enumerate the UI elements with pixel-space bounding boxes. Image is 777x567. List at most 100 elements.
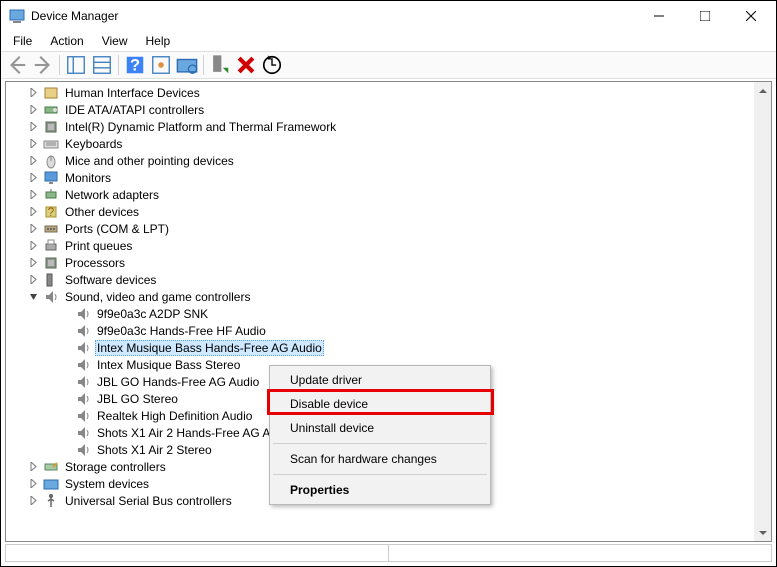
vertical-scrollbar[interactable]	[754, 82, 771, 541]
device-category-icon	[43, 221, 59, 237]
status-pane	[6, 545, 389, 561]
chevron-right-icon[interactable]	[26, 238, 41, 253]
tree-category[interactable]: IDE ATA/ATAPI controllers	[6, 101, 754, 118]
cm-scan-hardware[interactable]: Scan for hardware changes	[272, 447, 488, 471]
status-bar	[5, 544, 772, 562]
update-button[interactable]	[260, 53, 284, 77]
device-category-icon: ?	[43, 204, 59, 220]
minimize-button[interactable]	[636, 1, 682, 31]
context-menu-separator	[273, 443, 487, 444]
tree-label: Processors	[63, 256, 127, 270]
device-category-icon	[43, 255, 59, 271]
svg-text:?: ?	[130, 57, 140, 75]
menu-file[interactable]: File	[5, 32, 40, 50]
device-category-icon	[43, 187, 59, 203]
toolbar-separator	[118, 55, 119, 75]
speaker-icon	[75, 408, 91, 424]
chevron-right-icon[interactable]	[26, 153, 41, 168]
device-category-icon	[43, 102, 59, 118]
tree-label: 9f9e0a3c Hands-Free HF Audio	[95, 324, 268, 338]
toolbar-separator	[59, 55, 60, 75]
chevron-right-icon[interactable]	[26, 476, 41, 491]
uninstall-button[interactable]	[234, 53, 258, 77]
device-category-icon	[43, 493, 59, 509]
twisty-none	[58, 442, 73, 457]
properties-button[interactable]	[90, 53, 114, 77]
tree-label: Realtek High Definition Audio	[95, 409, 254, 423]
svg-text:?: ?	[48, 205, 55, 219]
cm-properties[interactable]: Properties	[272, 478, 488, 502]
chevron-right-icon[interactable]	[26, 85, 41, 100]
device-category-icon	[43, 170, 59, 186]
help-button[interactable]: ?	[123, 53, 147, 77]
forward-button[interactable]	[31, 53, 55, 77]
chevron-right-icon[interactable]	[26, 272, 41, 287]
tree-category[interactable]: Ports (COM & LPT)	[6, 220, 754, 237]
tree-category[interactable]: Keyboards	[6, 135, 754, 152]
chevron-right-icon[interactable]	[26, 459, 41, 474]
chevron-right-icon[interactable]	[26, 255, 41, 270]
chevron-right-icon[interactable]	[26, 493, 41, 508]
tree-label: System devices	[63, 477, 151, 491]
chevron-right-icon[interactable]	[26, 136, 41, 151]
context-menu: Update driver Disable device Uninstall d…	[269, 365, 491, 505]
window-title: Device Manager	[31, 9, 636, 23]
app-icon	[9, 8, 25, 24]
chevron-right-icon[interactable]	[26, 102, 41, 117]
twisty-none	[58, 425, 73, 440]
chevron-down-icon[interactable]	[26, 289, 41, 304]
menu-action[interactable]: Action	[42, 32, 91, 50]
tree-category[interactable]: Human Interface Devices	[6, 84, 754, 101]
device-category-icon	[43, 272, 59, 288]
cm-update-driver[interactable]: Update driver	[272, 368, 488, 392]
menu-help[interactable]: Help	[138, 32, 179, 50]
enable-button[interactable]	[208, 53, 232, 77]
twisty-none	[58, 391, 73, 406]
tree-category[interactable]: Mice and other pointing devices	[6, 152, 754, 169]
tree-category[interactable]: ?Other devices	[6, 203, 754, 220]
tree-category[interactable]: Network adapters	[6, 186, 754, 203]
tree-label: Intel(R) Dynamic Platform and Thermal Fr…	[63, 120, 338, 134]
speaker-icon	[75, 340, 91, 356]
title-bar: Device Manager	[1, 1, 776, 31]
close-button[interactable]	[728, 1, 774, 31]
show-hide-tree-button[interactable]	[64, 53, 88, 77]
tree-label: JBL GO Hands-Free AG Audio	[95, 375, 261, 389]
tree-device[interactable]: 9f9e0a3c Hands-Free HF Audio	[6, 322, 754, 339]
tree-label: Mice and other pointing devices	[63, 154, 236, 168]
scroll-down-icon[interactable]	[754, 524, 771, 541]
tree-label: Storage controllers	[63, 460, 168, 474]
menu-bar: File Action View Help	[1, 31, 776, 51]
twisty-none	[58, 340, 73, 355]
chevron-right-icon[interactable]	[26, 204, 41, 219]
scroll-up-icon[interactable]	[754, 82, 771, 99]
cm-uninstall-device[interactable]: Uninstall device	[272, 416, 488, 440]
tree-device[interactable]: 9f9e0a3c A2DP SNK	[6, 305, 754, 322]
tree-label: 9f9e0a3c A2DP SNK	[95, 307, 210, 321]
chevron-right-icon[interactable]	[26, 221, 41, 236]
action-button[interactable]	[149, 53, 173, 77]
chevron-right-icon[interactable]	[26, 187, 41, 202]
tree-label: Monitors	[63, 171, 113, 185]
tree-device[interactable]: Intex Musique Bass Hands-Free AG Audio	[6, 339, 754, 356]
tree-category[interactable]: Monitors	[6, 169, 754, 186]
menu-view[interactable]: View	[94, 32, 136, 50]
tree-category[interactable]: Processors	[6, 254, 754, 271]
tree-category[interactable]: Print queues	[6, 237, 754, 254]
tree-label: Intex Musique Bass Hands-Free AG Audio	[95, 340, 324, 356]
context-menu-separator	[273, 474, 487, 475]
tree-label: Human Interface Devices	[63, 86, 202, 100]
back-button[interactable]	[5, 53, 29, 77]
toolbar: ?	[1, 51, 776, 79]
tree-category[interactable]: Intel(R) Dynamic Platform and Thermal Fr…	[6, 118, 754, 135]
maximize-button[interactable]	[682, 1, 728, 31]
tree-category[interactable]: Sound, video and game controllers	[6, 288, 754, 305]
tree-label: Software devices	[63, 273, 158, 287]
chevron-right-icon[interactable]	[26, 119, 41, 134]
cm-disable-device[interactable]: Disable device	[272, 392, 488, 416]
scan-button[interactable]	[175, 53, 199, 77]
tree-category[interactable]: Software devices	[6, 271, 754, 288]
speaker-icon	[75, 391, 91, 407]
chevron-right-icon[interactable]	[26, 170, 41, 185]
twisty-none	[58, 408, 73, 423]
